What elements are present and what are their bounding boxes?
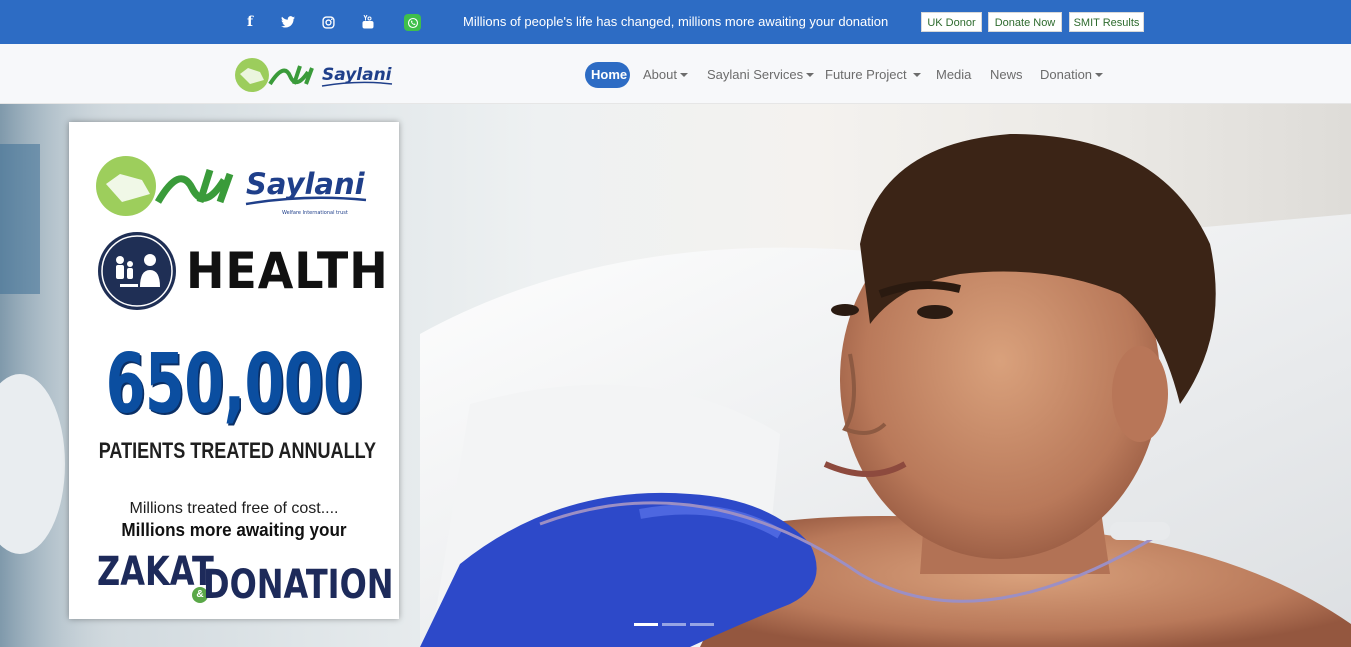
caret-down-icon (679, 72, 688, 77)
card-category-title: HEALTH (186, 242, 389, 300)
card-logo-tagline: Welfare International trust (282, 210, 348, 216)
nav-about[interactable]: About (643, 62, 688, 88)
uk-donor-button[interactable]: UK Donor (921, 12, 982, 32)
nav-donation-label: Donation (1040, 67, 1093, 82)
saylani-logo[interactable]: Saylani (234, 54, 394, 96)
twitter-icon[interactable] (280, 14, 296, 30)
nav-services-label: Saylani Services (707, 67, 804, 82)
card-line-free-of-cost: Millions treated free of cost.... (129, 500, 339, 517)
top-bar: f Millions of people's life has changed,… (0, 0, 1351, 44)
nav-saylani-services[interactable]: Saylani Services (707, 62, 815, 88)
nav-about-label: About (643, 67, 677, 82)
carousel-indicator-3[interactable] (690, 623, 714, 626)
donate-now-button[interactable]: Donate Now (988, 12, 1062, 32)
nav-future-label: Future Project (825, 67, 907, 82)
card-donation-text: DONATION (203, 562, 394, 608)
whatsapp-icon[interactable] (404, 14, 421, 31)
carousel-indicator-1[interactable] (634, 623, 658, 626)
health-icon (98, 232, 176, 310)
patients-stat-value: 650,000 (105, 337, 363, 432)
card-saylani-logo: Saylani Welfare International trust (96, 150, 372, 222)
card-line-awaiting: Millions more awaiting your (121, 520, 347, 540)
youtube-icon[interactable] (360, 14, 376, 30)
caret-down-icon (806, 72, 815, 77)
main-navbar: Saylani Home About Saylani Services Futu… (0, 44, 1351, 104)
smit-results-button[interactable]: SMIT Results (1069, 12, 1144, 32)
instagram-icon[interactable] (320, 14, 336, 30)
nav-media[interactable]: Media (936, 62, 971, 88)
carousel-indicator-2[interactable] (662, 623, 686, 626)
hero-carousel[interactable]: Saylani Welfare International trust HEAL… (0, 104, 1351, 647)
nav-home[interactable]: Home (585, 62, 630, 88)
caret-down-icon (912, 72, 921, 77)
promo-card: Saylani Welfare International trust HEAL… (69, 122, 399, 619)
facebook-icon[interactable]: f (242, 14, 258, 30)
nav-news[interactable]: News (990, 62, 1023, 88)
nav-future-project[interactable]: Future Project (825, 62, 921, 88)
patients-stat-label: PATIENTS TREATED ANNUALLY (98, 438, 376, 463)
caret-down-icon (1095, 72, 1104, 77)
nav-donation[interactable]: Donation (1040, 62, 1104, 88)
top-bar-message: Millions of people's life has changed, m… (463, 14, 889, 29)
card-logo-wordmark: Saylani (246, 167, 366, 201)
